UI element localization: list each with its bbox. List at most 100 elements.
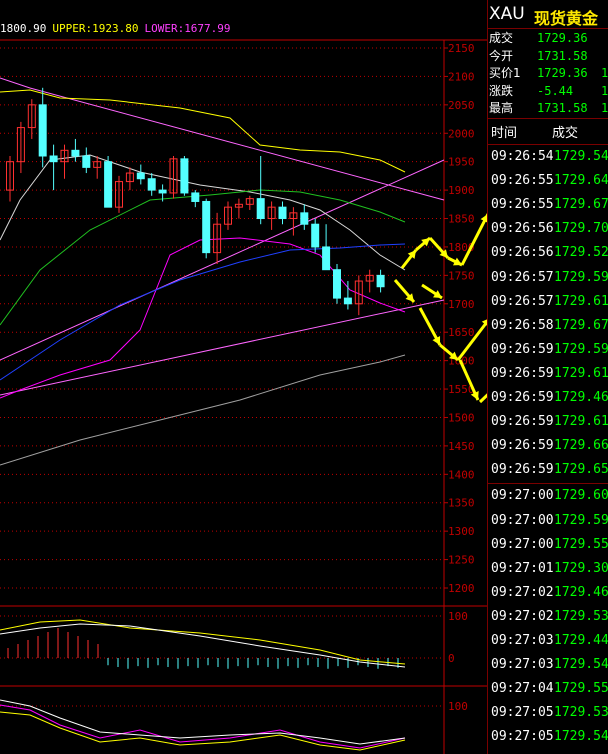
quote-value: 1731.58 (537, 101, 588, 115)
price-tick-label: 2050 (448, 99, 475, 112)
tick-row[interactable]: 09:27:00 1729.59 (489, 509, 608, 533)
sub1-line-yellow (0, 619, 406, 665)
trend-line-rising (0, 159, 445, 361)
tick-time: 09:27:02 (491, 608, 554, 624)
candle-body (322, 246, 331, 271)
candle (82, 147, 91, 174)
candle (322, 224, 331, 271)
tick-row[interactable]: 09:26:58 1729.67 (489, 314, 608, 338)
tick-row[interactable]: 09:26:59 1729.46 (489, 386, 608, 410)
tick-row[interactable]: 09:27:05 1729.54 (489, 725, 608, 749)
tick-price: 1729.59 (554, 341, 608, 357)
tick-time: 09:27:02 (491, 584, 554, 600)
tick-price: 1729.61 (554, 293, 608, 309)
tick-row[interactable]: 09:27:04 1729.55 (489, 677, 608, 701)
candle (213, 212, 222, 264)
tick-row[interactable]: 09:26:54 1729.54 (489, 145, 608, 169)
tick-price: 1729.53 (554, 705, 608, 721)
tick-row[interactable]: 09:26:59 1729.65 (489, 458, 608, 482)
tick-row[interactable]: 09:27:00 1729.60 (489, 484, 608, 508)
tick-price: 1729.46 (554, 584, 608, 600)
price-tick-label: 1500 (448, 411, 475, 424)
quote-label: 涨跌 (489, 83, 514, 98)
tick-row[interactable]: 09:26:57 1729.61 (489, 290, 608, 314)
price-tick-label: 1700 (448, 298, 475, 311)
tick-row[interactable]: 09:26:59 1729.66 (489, 434, 608, 458)
tick-time: 09:27:05 (491, 729, 554, 745)
tick-time: 09:26:59 (491, 414, 554, 430)
quote-value: 1729.36 (537, 66, 588, 80)
tick-row[interactable]: 09:27:05 1729.53 (489, 701, 608, 725)
sub1-tick-label: 100 (448, 610, 468, 623)
quote-tail: 1 (601, 83, 608, 98)
candle (49, 144, 58, 191)
arrow (428, 236, 450, 260)
sub-chart-2 (0, 699, 406, 751)
tick-price: 1729.46 (554, 390, 608, 405)
candle (289, 207, 298, 236)
tick-row[interactable]: 09:26:59 1729.61 (489, 410, 608, 434)
tick-price: 1729.65 (554, 462, 608, 478)
candle-body (38, 104, 47, 157)
candle-body (158, 189, 167, 194)
candle (234, 198, 243, 219)
candle-body (278, 206, 287, 220)
tick-price: 1729.54 (554, 149, 608, 164)
arrow (421, 283, 443, 300)
candle (6, 156, 14, 202)
tick-time: 09:27:00 (491, 488, 554, 504)
tick-price: 1729.44 (554, 633, 608, 648)
tick-row[interactable]: 09:27:00 1729.55 (489, 533, 608, 557)
candle-body (333, 269, 341, 299)
price-tick-label: 1350 (448, 497, 475, 510)
tick-row[interactable]: 09:27:02 1729.53 (489, 605, 608, 629)
tick-row[interactable]: 09:26:55 1729.67 (489, 193, 608, 217)
tick-row[interactable]: 09:27:03 1729.54 (489, 653, 608, 677)
quote-label: 成交 (489, 31, 514, 45)
divider (487, 118, 608, 119)
tick-time: 09:26:58 (491, 317, 554, 333)
tick-price: 1729.55 (554, 536, 608, 552)
price-tick-label: 1400 (448, 468, 475, 481)
candle (278, 201, 287, 225)
tick-row[interactable]: 09:27:02 1729.46 (489, 581, 608, 605)
tick-price: 1729.66 (554, 438, 608, 454)
tick-time: 09:26:55 (491, 173, 554, 189)
tick-price: 1729.59 (554, 269, 608, 285)
quote-row: 今开 1731.58 (489, 48, 608, 65)
price-tick-label: 1850 (448, 213, 475, 226)
candle-body (300, 212, 309, 225)
tick-row[interactable]: 09:26:59 1729.61 (489, 362, 608, 386)
tick-row[interactable]: 09:26:57 1729.59 (489, 266, 608, 290)
price-tick-label: 1300 (448, 525, 475, 538)
tick-time: 09:27:03 (491, 633, 554, 648)
candle (191, 190, 200, 208)
tick-price: 1729.70 (554, 221, 608, 237)
arrow-shaft (478, 393, 487, 404)
tick-row[interactable]: 09:26:56 1729.70 (489, 217, 608, 241)
candle (180, 156, 189, 196)
candles (6, 87, 385, 316)
sub1-tick-label: 0 (448, 652, 455, 665)
candle (125, 167, 134, 191)
tick-price: 1729.54 (554, 729, 608, 745)
sub2-line-white (0, 699, 406, 745)
candle-body (376, 274, 385, 288)
tick-row[interactable]: 09:26:59 1729.59 (489, 338, 608, 362)
price-tick-label: 2100 (448, 70, 475, 83)
mid-value: 1800.90 (0, 22, 47, 35)
price-tick-label: 2000 (448, 127, 475, 140)
quote-row: 涨跌 -5.44 1 (489, 83, 608, 100)
price-tick-label: 1950 (448, 156, 475, 169)
candle (333, 264, 341, 304)
candle (60, 144, 69, 179)
tick-row[interactable]: 09:26:56 1729.52 (489, 241, 608, 265)
indicator-bar: 1800.90 UPPER:1923.80 LOWER:1677.99 (0, 22, 237, 40)
tick-row[interactable]: 09:27:03 1729.44 (489, 629, 608, 653)
quote-row: 买价1 1729.36 1 (489, 65, 608, 82)
tick-row[interactable]: 09:26:55 1729.64 (489, 169, 608, 193)
price-chart[interactable]: 2150210020502000195019001850180017501700… (0, 0, 487, 754)
tick-time: 09:27:05 (491, 705, 554, 721)
candle-body (136, 172, 145, 180)
tick-row[interactable]: 09:27:01 1729.30 (489, 557, 608, 581)
